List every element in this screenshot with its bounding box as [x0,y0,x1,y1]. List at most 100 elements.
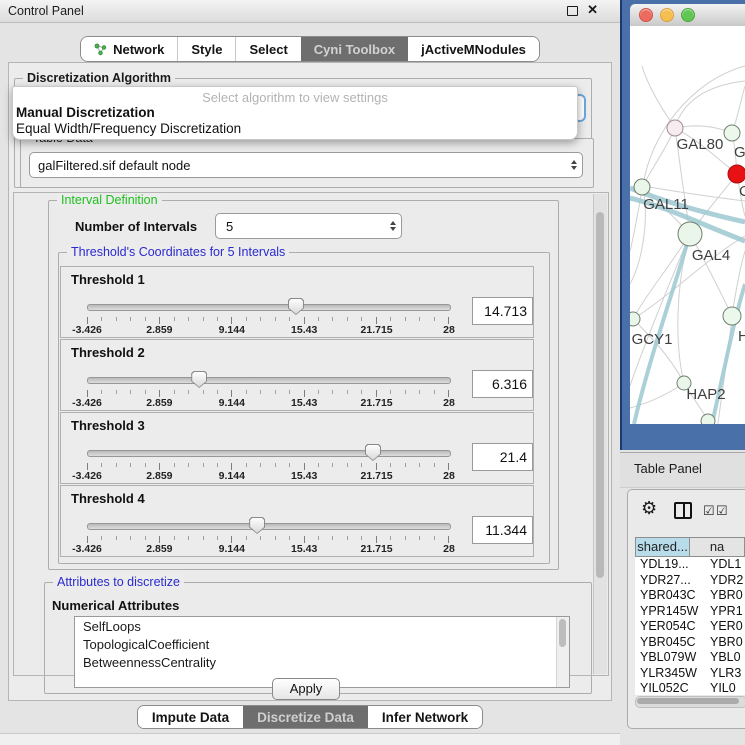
network-view[interactable]: GAL80GACGAL11GAL4GCY1HHAP2 [630,26,745,424]
combo-stepper-icon[interactable] [568,153,582,177]
threshold-value[interactable]: 21.4 [472,443,533,471]
table-cell[interactable]: YBL079W [635,650,707,666]
interval-definition-title: Interval Definition [57,193,162,207]
attribute-item[interactable]: SelfLoops [75,617,569,635]
number-of-intervals-combobox[interactable]: 5 [215,213,402,239]
checkbox-icon[interactable]: ☑ [716,504,728,517]
slider-ticks [87,463,449,470]
traffic-light-zoom[interactable] [681,8,695,22]
threshold-value[interactable]: 6.316 [472,370,533,398]
table-column-header[interactable]: na [690,538,744,556]
network-node[interactable] [728,165,745,183]
tab-infer-network[interactable]: Infer Network [368,706,482,728]
tab-network[interactable]: Network [81,37,177,61]
traffic-light-minimize[interactable] [660,8,674,22]
float-window-icon[interactable] [567,6,578,16]
scrollbar-thumb[interactable] [559,619,566,647]
columns-icon[interactable] [674,502,692,519]
table-cell[interactable]: YPR1 [707,604,743,620]
table-cell[interactable]: YDR2 [707,573,743,589]
threshold-slider[interactable]: -3.4262.8599.14415.4321.71528 [87,370,449,408]
table-cell[interactable]: YDR27... [635,573,707,589]
slider-track[interactable] [87,304,451,311]
table-cell[interactable]: YBR0 [707,588,743,604]
network-node[interactable] [678,222,702,246]
slider-thumb[interactable] [249,517,265,534]
network-node[interactable] [723,307,741,325]
table-panel-title: Table Panel [634,461,702,476]
table-row[interactable]: YER054CYER0 [635,619,745,635]
table-cell[interactable]: YPR145W [635,604,707,620]
table-header-row: shared...na [635,537,745,557]
attribute-item[interactable]: TopologicalCoefficient [75,635,569,653]
tab-jactivemnodules[interactable]: jActiveMNodules [408,37,539,61]
slider-thumb[interactable] [365,444,381,461]
algorithm-option[interactable]: Equal Width/Frequency Discretization [13,121,577,137]
table-data-combobox[interactable]: galFiltered.sif default node [29,152,583,178]
table-row[interactable]: YBR043CYBR0 [635,588,745,604]
attribute-item[interactable]: BetweennessCentrality [75,653,569,671]
algorithm-option[interactable]: Manual Discretization [13,105,577,121]
table-cell[interactable]: YLR345W [635,666,707,682]
network-node[interactable] [630,312,640,326]
network-edge-thick [712,284,745,424]
threshold-row: Threshold 3 -3.4262.8599.14415.4321.7152… [60,412,534,484]
table-column-header[interactable]: shared... [636,538,690,556]
table-cell[interactable]: YDL1 [707,557,741,573]
threshold-slider[interactable]: -3.4262.8599.14415.4321.71528 [87,443,449,481]
network-node[interactable] [724,125,740,141]
network-node-label: GA [734,144,745,161]
scrollbar-thumb[interactable] [596,212,604,578]
table-row[interactable]: YPR145WYPR1 [635,604,745,620]
threshold-slider[interactable]: -3.4262.8599.14415.4321.71528 [87,297,449,335]
table-cell[interactable]: YER054C [635,619,707,635]
slider-track[interactable] [87,523,451,530]
panel-vertical-scrollbar[interactable] [593,194,607,674]
table-horizontal-scrollbar[interactable] [635,696,745,708]
table-cell[interactable]: YER0 [707,619,743,635]
combo-stepper-icon[interactable] [387,214,401,238]
tab-impute-data[interactable]: Impute Data [138,706,243,728]
table-row[interactable]: YDL19...YDL1 [635,557,745,573]
apply-button[interactable]: Apply [272,678,340,700]
table-row[interactable]: YBR045CYBR0 [635,635,745,651]
gear-icon[interactable]: ⚙ [641,499,657,517]
threshold-value[interactable]: 11.344 [472,516,533,544]
list-vertical-scrollbar[interactable] [556,617,569,687]
table-cell[interactable]: YBL0 [707,650,741,666]
table-row[interactable]: YIL052CYIL0 [635,681,745,695]
slider-track[interactable] [87,377,451,384]
scrollbar-thumb[interactable] [637,698,739,704]
network-node[interactable] [701,414,715,424]
table-row[interactable]: YLR345WYLR3 [635,666,745,682]
close-icon[interactable]: ✕ [587,2,598,18]
table-cell[interactable]: YIL0 [707,681,736,695]
table-cell[interactable]: YIL052C [635,681,707,695]
table-row[interactable]: YBL079WYBL0 [635,650,745,666]
network-node[interactable] [634,179,650,195]
node-table: shared...na YDL19...YDL1YDR27...YDR2YBR0… [635,537,745,706]
discretization-algorithm-title: Discretization Algorithm [23,71,175,85]
slider-thumb[interactable] [191,371,207,388]
tab-select[interactable]: Select [235,37,300,61]
table-cell[interactable]: YDL19... [635,557,707,573]
table-cell[interactable]: YLR3 [707,666,741,682]
network-window-titlebar[interactable] [630,4,745,27]
slider-thumb[interactable] [288,298,304,315]
slider-track[interactable] [87,450,451,457]
threshold-value[interactable]: 14.713 [472,297,533,325]
threshold-slider[interactable]: -3.4262.8599.14415.4321.71528 [87,516,449,554]
table-row[interactable]: YDR27...YDR2 [635,573,745,589]
network-node[interactable] [667,120,683,136]
slider-scale-labels: -3.4262.8599.14415.4321.71528 [87,470,449,481]
table-cell[interactable]: YBR045C [635,635,707,651]
table-cell[interactable]: YBR0 [707,635,743,651]
checkbox-icon[interactable]: ☑ [703,504,715,517]
scale-label: 21.715 [361,324,393,336]
tab-style[interactable]: Style [177,37,235,61]
tab-cyni-toolbox[interactable]: Cyni Toolbox [301,37,408,61]
traffic-light-close[interactable] [639,8,653,22]
network-canvas-svg: GAL80GACGAL11GAL4GCY1HHAP2 [630,26,745,424]
table-cell[interactable]: YBR043C [635,588,707,604]
tab-discretize-data[interactable]: Discretize Data [243,706,368,728]
